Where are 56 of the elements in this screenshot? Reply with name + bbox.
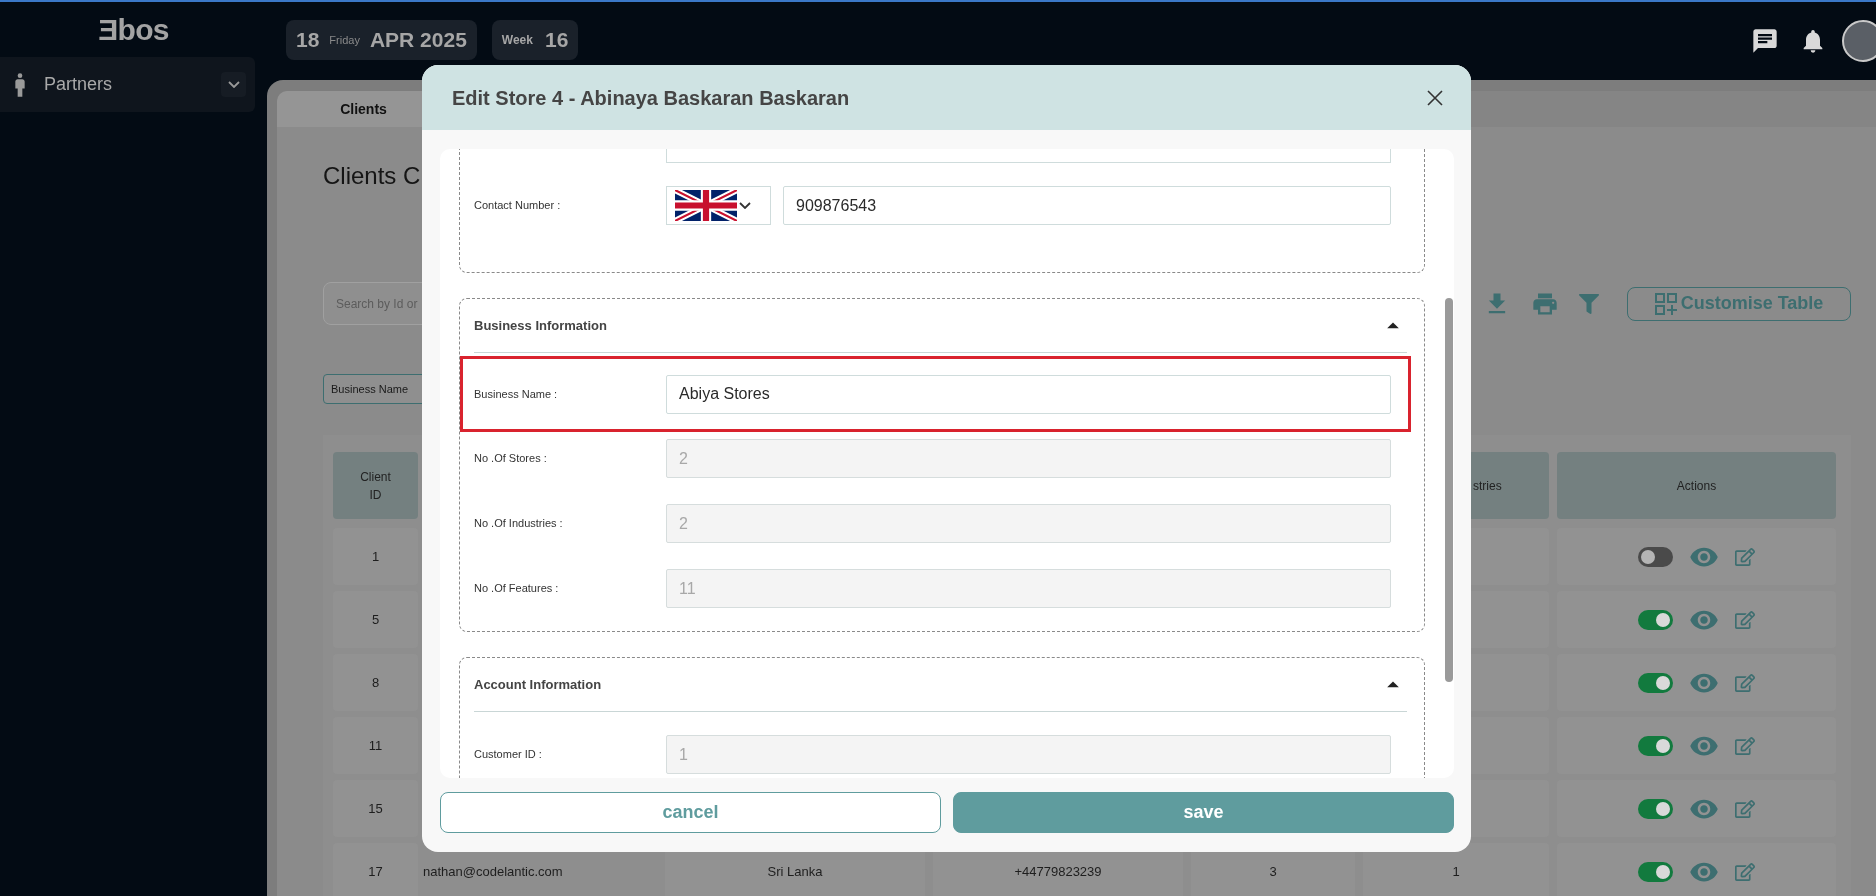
edit-icon[interactable] xyxy=(1735,672,1755,693)
table-cell: 8 xyxy=(333,654,418,711)
week-label: Week xyxy=(501,32,533,49)
save-button[interactable]: save xyxy=(953,792,1454,833)
scrollbar-thumb[interactable] xyxy=(1445,298,1453,682)
edit-icon[interactable] xyxy=(1735,609,1755,630)
table-cell: 1 xyxy=(333,528,418,585)
toggle-switch[interactable] xyxy=(1638,546,1673,567)
table-cell: 17 xyxy=(333,843,418,896)
filter-icon[interactable] xyxy=(1579,293,1599,314)
section-title: Account Information xyxy=(474,675,602,694)
input-field[interactable]: Abiya Stores xyxy=(666,374,1391,414)
field-label: No .Of Industries : xyxy=(474,516,564,532)
input-field[interactable] xyxy=(666,149,1391,163)
edit-icon[interactable] xyxy=(1735,861,1755,882)
weekday: Friday xyxy=(329,32,360,48)
page-title: Clients C xyxy=(323,163,422,189)
grid-plus-icon xyxy=(1654,292,1677,315)
field-label: Business Name : xyxy=(474,386,559,402)
table-cell: 11 xyxy=(333,717,418,774)
field-label: No .Of Stores : xyxy=(474,451,548,467)
toggle-switch[interactable] xyxy=(1638,798,1673,819)
week-number: 16 xyxy=(544,27,569,54)
field-label: No .Of Features : xyxy=(474,581,560,597)
edit-icon[interactable] xyxy=(1735,798,1755,819)
toggle-switch[interactable] xyxy=(1638,672,1673,693)
customise-table-button[interactable]: Customise Table xyxy=(1627,286,1851,321)
chevron-down-icon xyxy=(227,81,240,88)
day-number: 18 xyxy=(296,27,320,54)
chevron-down-icon xyxy=(739,202,751,209)
cancel-button[interactable]: cancel xyxy=(440,792,941,833)
table-cell: 15 xyxy=(333,780,418,837)
modal-title: Edit Store 4 - Abinaya Baskaran Baskaran xyxy=(452,85,850,111)
toggle-switch[interactable] xyxy=(1638,735,1673,756)
sidebar-item[interactable]: Partners xyxy=(0,57,255,112)
chat-icon[interactable] xyxy=(1751,27,1779,55)
table-cell: 5 xyxy=(333,591,418,648)
edit-icon[interactable] xyxy=(1735,546,1755,567)
flag-icon xyxy=(675,190,737,221)
column-header: Actions xyxy=(1557,452,1836,519)
close-icon xyxy=(1427,89,1443,106)
country-select[interactable] xyxy=(666,186,771,225)
field-label: Contact Number : xyxy=(474,198,562,214)
field-label: Customer ID : xyxy=(474,747,543,763)
avatar[interactable] xyxy=(1842,20,1876,62)
input-field[interactable]: 909876543 xyxy=(783,186,1391,225)
table-cell: 1 xyxy=(1363,843,1549,896)
edit-icon[interactable] xyxy=(1735,735,1755,756)
month-year: APR 2025 xyxy=(369,27,467,54)
chevron-button[interactable] xyxy=(221,72,246,97)
toggle-switch[interactable] xyxy=(1638,609,1673,630)
table-cell-text: nathan@codelantic.com xyxy=(423,862,564,881)
section-title: Business Information xyxy=(474,316,607,335)
toggle-switch[interactable] xyxy=(1638,861,1673,882)
column-header: Client ID xyxy=(333,452,418,519)
logo: Ǝbos xyxy=(98,12,169,48)
